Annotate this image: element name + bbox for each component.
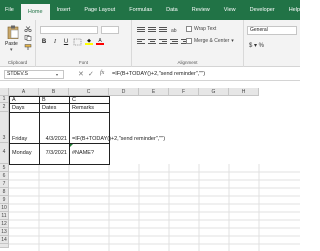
row-header-14[interactable]: 14 bbox=[0, 236, 9, 244]
paste-dropdown-icon[interactable]: ▾ bbox=[10, 47, 13, 53]
paste-icon[interactable] bbox=[7, 25, 19, 39]
column-header-f[interactable]: F bbox=[169, 88, 199, 96]
cell-c3[interactable]: =IF(B+TODAY()+2,"send reminder","") bbox=[69, 112, 165, 144]
decrease-indent-icon[interactable] bbox=[170, 38, 178, 45]
row-header-3[interactable]: 3 bbox=[0, 112, 9, 143]
tab-power[interactable]: Pow bbox=[307, 0, 320, 20]
column-header-d[interactable]: D bbox=[109, 88, 139, 96]
alignment-group: ab Wrap Text Merge & Center ▾ Alignment bbox=[132, 20, 244, 67]
row-header-6[interactable]: 6 bbox=[0, 172, 9, 180]
insert-function-icon[interactable]: fx bbox=[100, 70, 104, 76]
cell-a3[interactable]: Friday bbox=[9, 112, 40, 144]
align-bottom-icon[interactable] bbox=[159, 26, 167, 33]
font-size-dropdown[interactable] bbox=[101, 25, 119, 34]
wrap-text-label: Wrap Text bbox=[194, 26, 217, 32]
underline-icon[interactable]: U bbox=[62, 39, 70, 45]
alignment-group-label: Alignment bbox=[177, 60, 198, 65]
column-header-a[interactable]: A bbox=[9, 88, 39, 96]
enter-icon[interactable]: ✓ bbox=[88, 70, 94, 78]
row-header-13[interactable]: 13 bbox=[0, 228, 9, 236]
tab-developer[interactable]: Developer bbox=[243, 0, 282, 20]
font-selectors bbox=[40, 25, 119, 34]
svg-text:ab: ab bbox=[171, 28, 177, 33]
column-header-c[interactable]: C bbox=[69, 88, 109, 96]
font-group-label: Font bbox=[78, 60, 88, 65]
font-name-dropdown[interactable] bbox=[40, 25, 98, 34]
row-header-15[interactable] bbox=[0, 244, 9, 248]
font-group: B I U ◆ A Font bbox=[36, 20, 132, 67]
copy-icon[interactable] bbox=[24, 35, 32, 41]
format-painter-icon[interactable] bbox=[24, 44, 32, 50]
align-middle-icon[interactable] bbox=[148, 26, 156, 33]
merge-center-icon bbox=[186, 38, 192, 44]
borders-icon[interactable] bbox=[73, 38, 82, 46]
ribbon-tab-bar: File Home Insert Page Layout Formulas Da… bbox=[0, 0, 320, 20]
cell-c4[interactable]: #NAME? bbox=[69, 143, 110, 165]
name-box-dropdown-icon[interactable]: ▾ bbox=[56, 72, 58, 77]
align-left-icon[interactable] bbox=[137, 38, 145, 45]
clipboard-group-label: Clipboard bbox=[7, 60, 28, 65]
column-header-e[interactable]: E bbox=[139, 88, 169, 96]
column-header-h[interactable]: H bbox=[229, 88, 259, 96]
tab-formulas[interactable]: Formulas bbox=[122, 0, 159, 20]
select-all-corner[interactable] bbox=[0, 88, 9, 96]
formula-input[interactable]: =IF(B+TODAY()+2,"send reminder","") bbox=[112, 71, 205, 77]
font-color-icon[interactable]: A bbox=[96, 38, 104, 45]
tab-insert[interactable]: Insert bbox=[50, 0, 78, 20]
row-header-11[interactable]: 11 bbox=[0, 212, 9, 220]
number-format-dropdown[interactable]: General bbox=[247, 26, 297, 35]
merge-center-label: Merge & Center bbox=[194, 38, 230, 44]
tab-data[interactable]: Data bbox=[159, 0, 185, 20]
cell-b4[interactable]: 7/3/2021 bbox=[39, 143, 70, 165]
row-header-2[interactable]: 2 bbox=[0, 103, 9, 112]
empty-gridlines bbox=[9, 164, 300, 251]
row-header-7[interactable]: 7 bbox=[0, 180, 9, 188]
tab-file[interactable]: File bbox=[0, 0, 21, 20]
bold-icon[interactable]: B bbox=[40, 39, 48, 45]
tab-view[interactable]: View bbox=[217, 0, 243, 20]
align-center-icon[interactable] bbox=[148, 38, 156, 45]
column-header-b[interactable]: B bbox=[39, 88, 69, 96]
merge-center-button[interactable]: Merge & Center ▾ bbox=[186, 38, 234, 44]
ribbon-home: Paste ▾ Clipboard B I U ◆ A Font ab Wrap… bbox=[0, 20, 300, 67]
align-right-icon[interactable] bbox=[159, 38, 167, 45]
tab-page-layout[interactable]: Page Layout bbox=[77, 0, 122, 20]
cell-b3[interactable]: 4/3/2021 bbox=[39, 112, 70, 144]
currency-icon[interactable]: $ ▾ % bbox=[249, 42, 264, 49]
row-header-10[interactable]: 10 bbox=[0, 204, 9, 212]
vertical-align-buttons: ab bbox=[137, 26, 179, 33]
cut-icon[interactable] bbox=[24, 26, 32, 32]
cancel-icon[interactable]: ✕ bbox=[78, 70, 84, 78]
formula-bar: STDEV.S ▾ ✕ ✓ fx =IF(B+TODAY()+2,"send r… bbox=[0, 68, 300, 81]
italic-icon[interactable]: I bbox=[51, 39, 59, 45]
tab-home[interactable]: Home bbox=[20, 4, 50, 20]
horizontal-align-buttons bbox=[137, 38, 189, 45]
merge-dropdown-icon[interactable]: ▾ bbox=[231, 38, 234, 44]
fill-color-icon[interactable]: ◆ bbox=[85, 38, 93, 45]
row-header-4[interactable]: 4 bbox=[0, 143, 9, 164]
wrap-text-button[interactable]: Wrap Text bbox=[186, 26, 216, 32]
orientation-icon[interactable]: ab bbox=[170, 26, 179, 33]
column-header-g[interactable]: G bbox=[199, 88, 229, 96]
row-header-9[interactable]: 9 bbox=[0, 196, 9, 204]
tab-review[interactable]: Review bbox=[185, 0, 217, 20]
row-header-5[interactable]: 5 bbox=[0, 164, 9, 172]
row-header-8[interactable]: 8 bbox=[0, 188, 9, 196]
wrap-text-icon bbox=[186, 26, 192, 32]
align-top-icon[interactable] bbox=[137, 26, 145, 33]
cell-a4[interactable]: Monday bbox=[9, 143, 40, 165]
font-style-buttons: B I U ◆ A bbox=[40, 37, 104, 46]
clipboard-group: Paste ▾ Clipboard bbox=[0, 20, 36, 67]
row-header-1[interactable]: 1 bbox=[0, 96, 9, 103]
name-box[interactable]: STDEV.S bbox=[4, 70, 64, 79]
row-header-12[interactable]: 12 bbox=[0, 220, 9, 228]
error-indicator-icon[interactable] bbox=[70, 144, 73, 147]
tab-help[interactable]: Help bbox=[282, 0, 307, 20]
